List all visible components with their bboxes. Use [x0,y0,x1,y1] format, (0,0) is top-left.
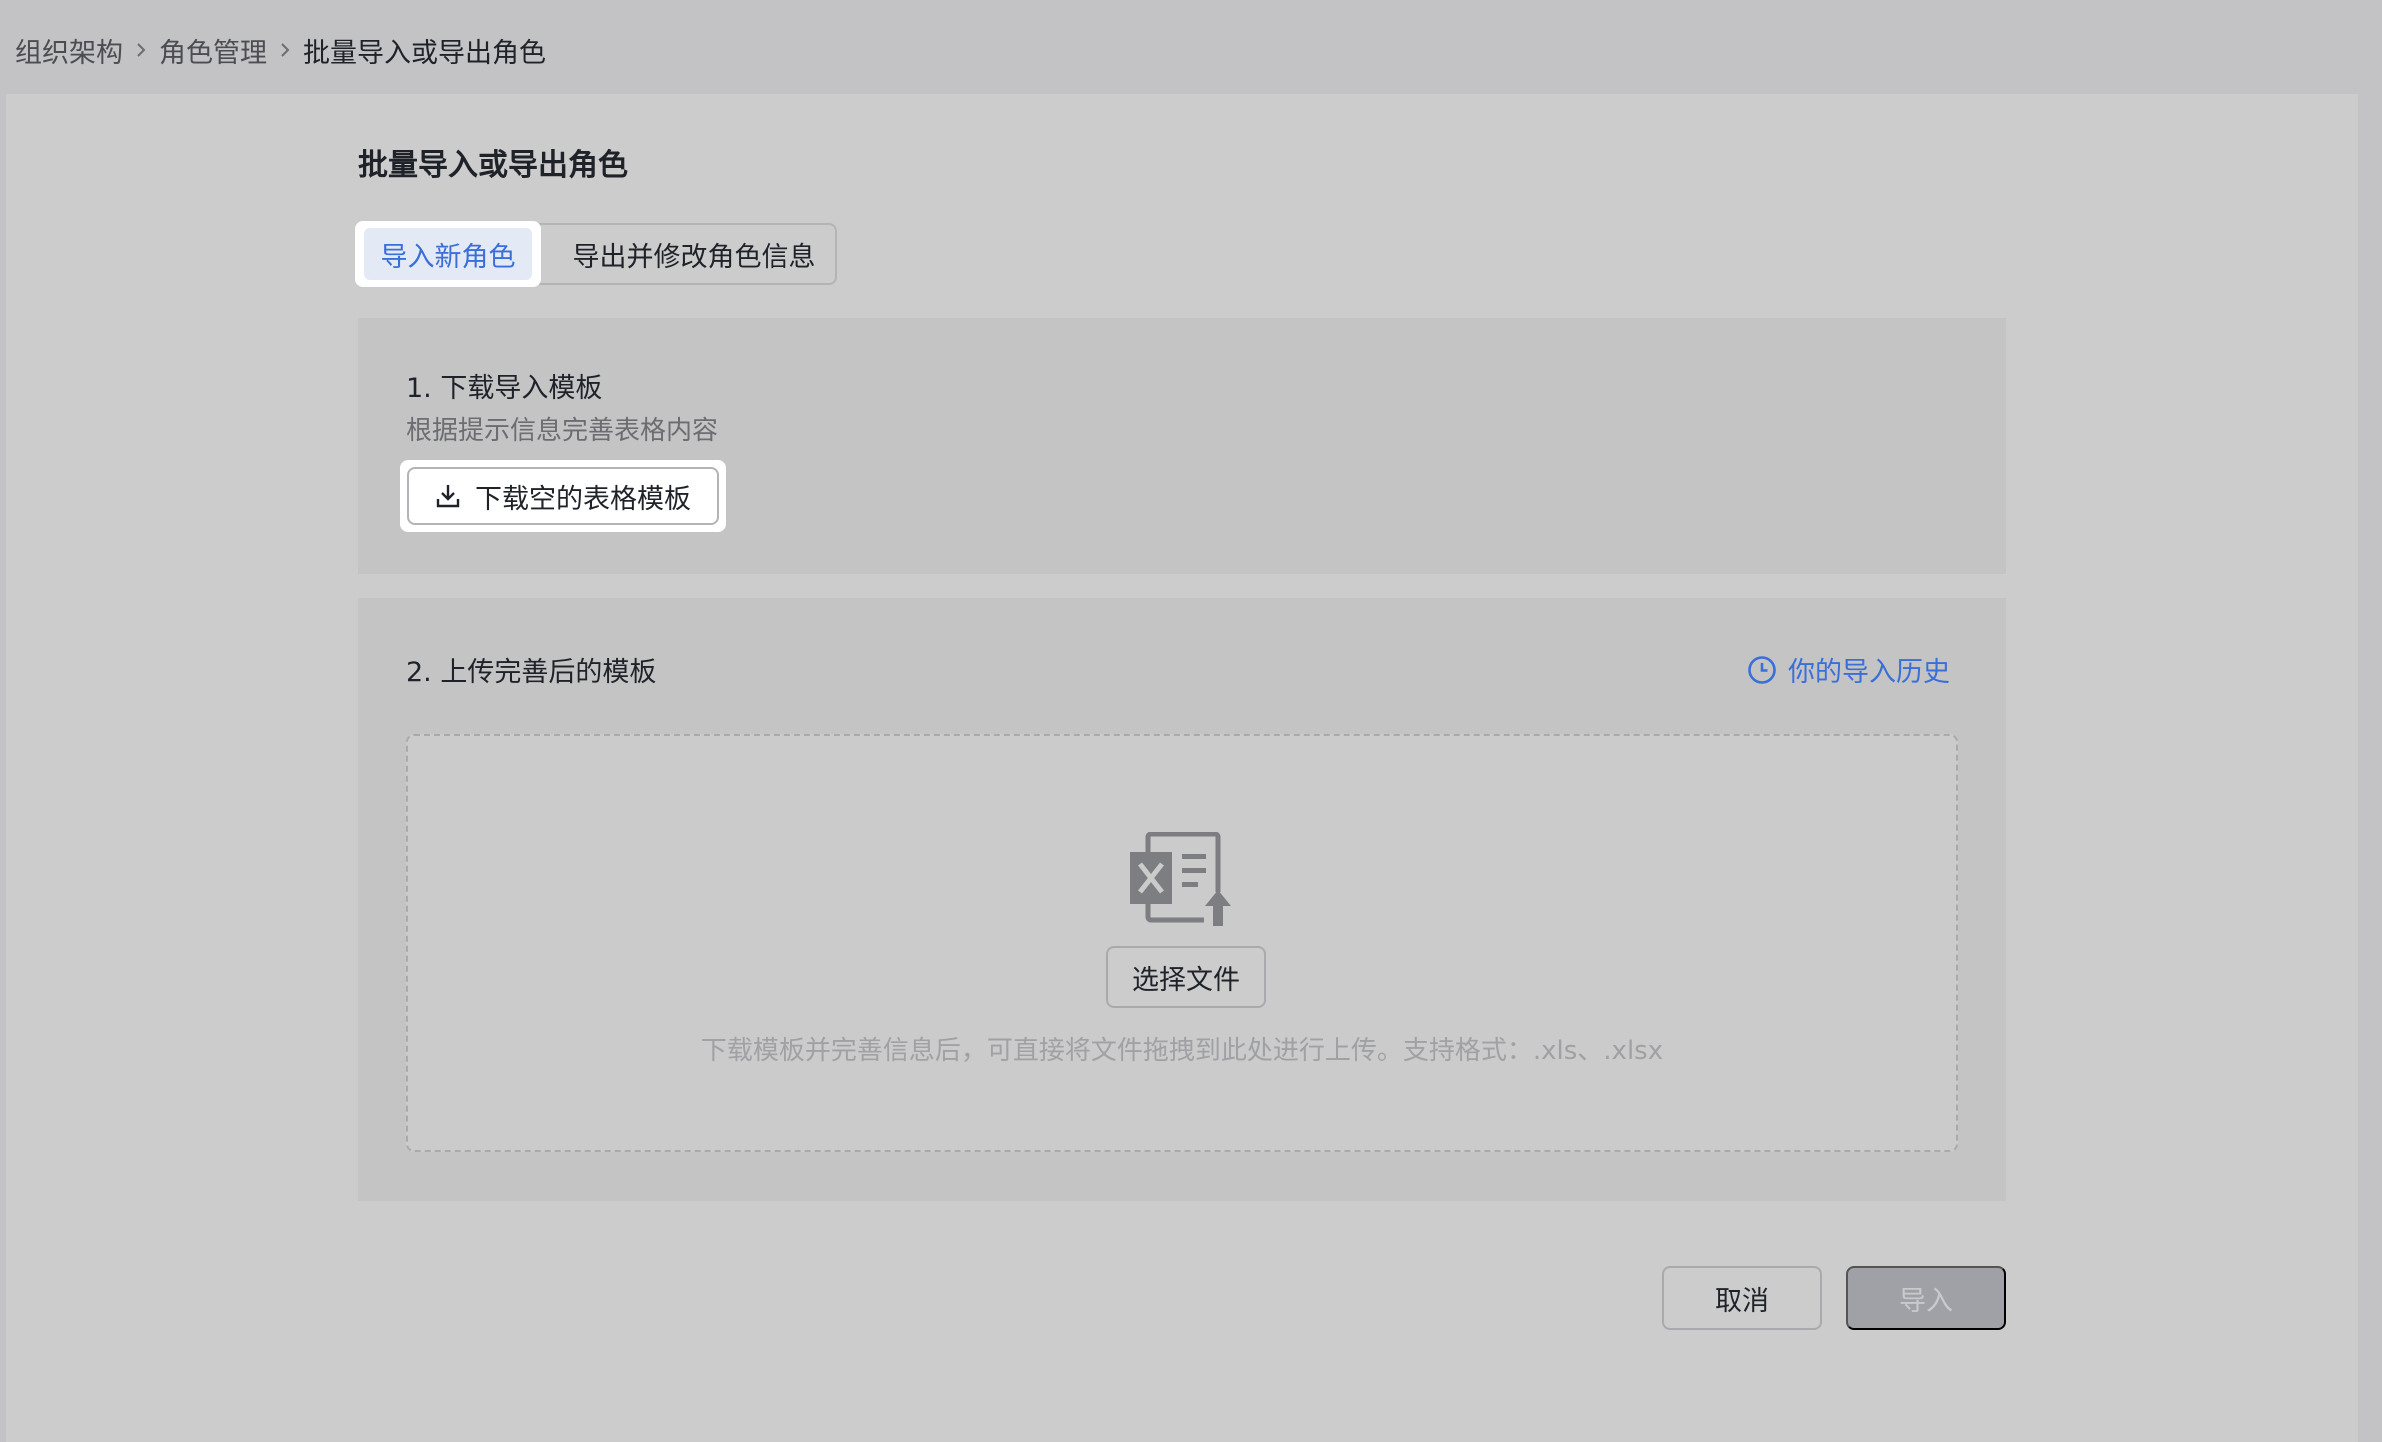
tab-import-highlight: 导入新角色 [355,221,541,287]
import-history-link[interactable]: 你的导入历史 [1746,650,1950,689]
tab-export-modify[interactable]: 导出并修改角色信息 [559,225,829,283]
clock-icon [1746,654,1778,686]
breadcrumb: 组织架构 角色管理 批量导入或导出角色 [15,30,546,70]
page-title: 批量导入或导出角色 [358,148,628,183]
tab-import-new[interactable]: 导入新角色 [364,228,532,280]
breadcrumb-item-roles[interactable]: 角色管理 [159,31,267,70]
download-button-highlight: 下载空的表格模板 [400,460,726,532]
download-template-button[interactable]: 下载空的表格模板 [407,467,719,525]
cancel-button[interactable]: 取消 [1662,1266,1822,1330]
mode-tabs: 导入新角色 导出并修改角色信息 [355,221,837,287]
chevron-right-icon [267,30,303,70]
step2-title: 2. 上传完善后的模板 [406,657,657,688]
import-history-label: 你的导入历史 [1788,657,1950,688]
step2-card: 2. 上传完善后的模板 你的导入历史 选择文件 下载模板并完善信息后，可直接将文 [358,598,2006,1201]
top-bar: 组织架构 角色管理 批量导入或导出角色 [0,0,2382,94]
download-template-label: 下载空的表格模板 [475,483,691,515]
upload-dropzone[interactable]: 选择文件 下载模板并完善信息后，可直接将文件拖拽到此处进行上传。支持格式：.xl… [406,734,1958,1152]
step1-card: 1. 下载导入模板 根据提示信息完善表格内容 下载空的表格模板 [358,318,2006,574]
excel-upload-icon [1130,831,1234,928]
step1-description: 根据提示信息完善表格内容 [406,416,719,446]
breadcrumb-item-current: 批量导入或导出角色 [303,37,546,69]
step1-title: 1. 下载导入模板 [406,373,603,404]
import-button[interactable]: 导入 [1846,1266,2006,1330]
download-icon [433,481,463,511]
chevron-right-icon [123,30,159,70]
choose-file-button[interactable]: 选择文件 [1106,946,1266,1008]
breadcrumb-item-org[interactable]: 组织架构 [15,31,123,70]
upload-hint: 下载模板并完善信息后，可直接将文件拖拽到此处进行上传。支持格式：.xls、.xl… [700,1036,1664,1066]
